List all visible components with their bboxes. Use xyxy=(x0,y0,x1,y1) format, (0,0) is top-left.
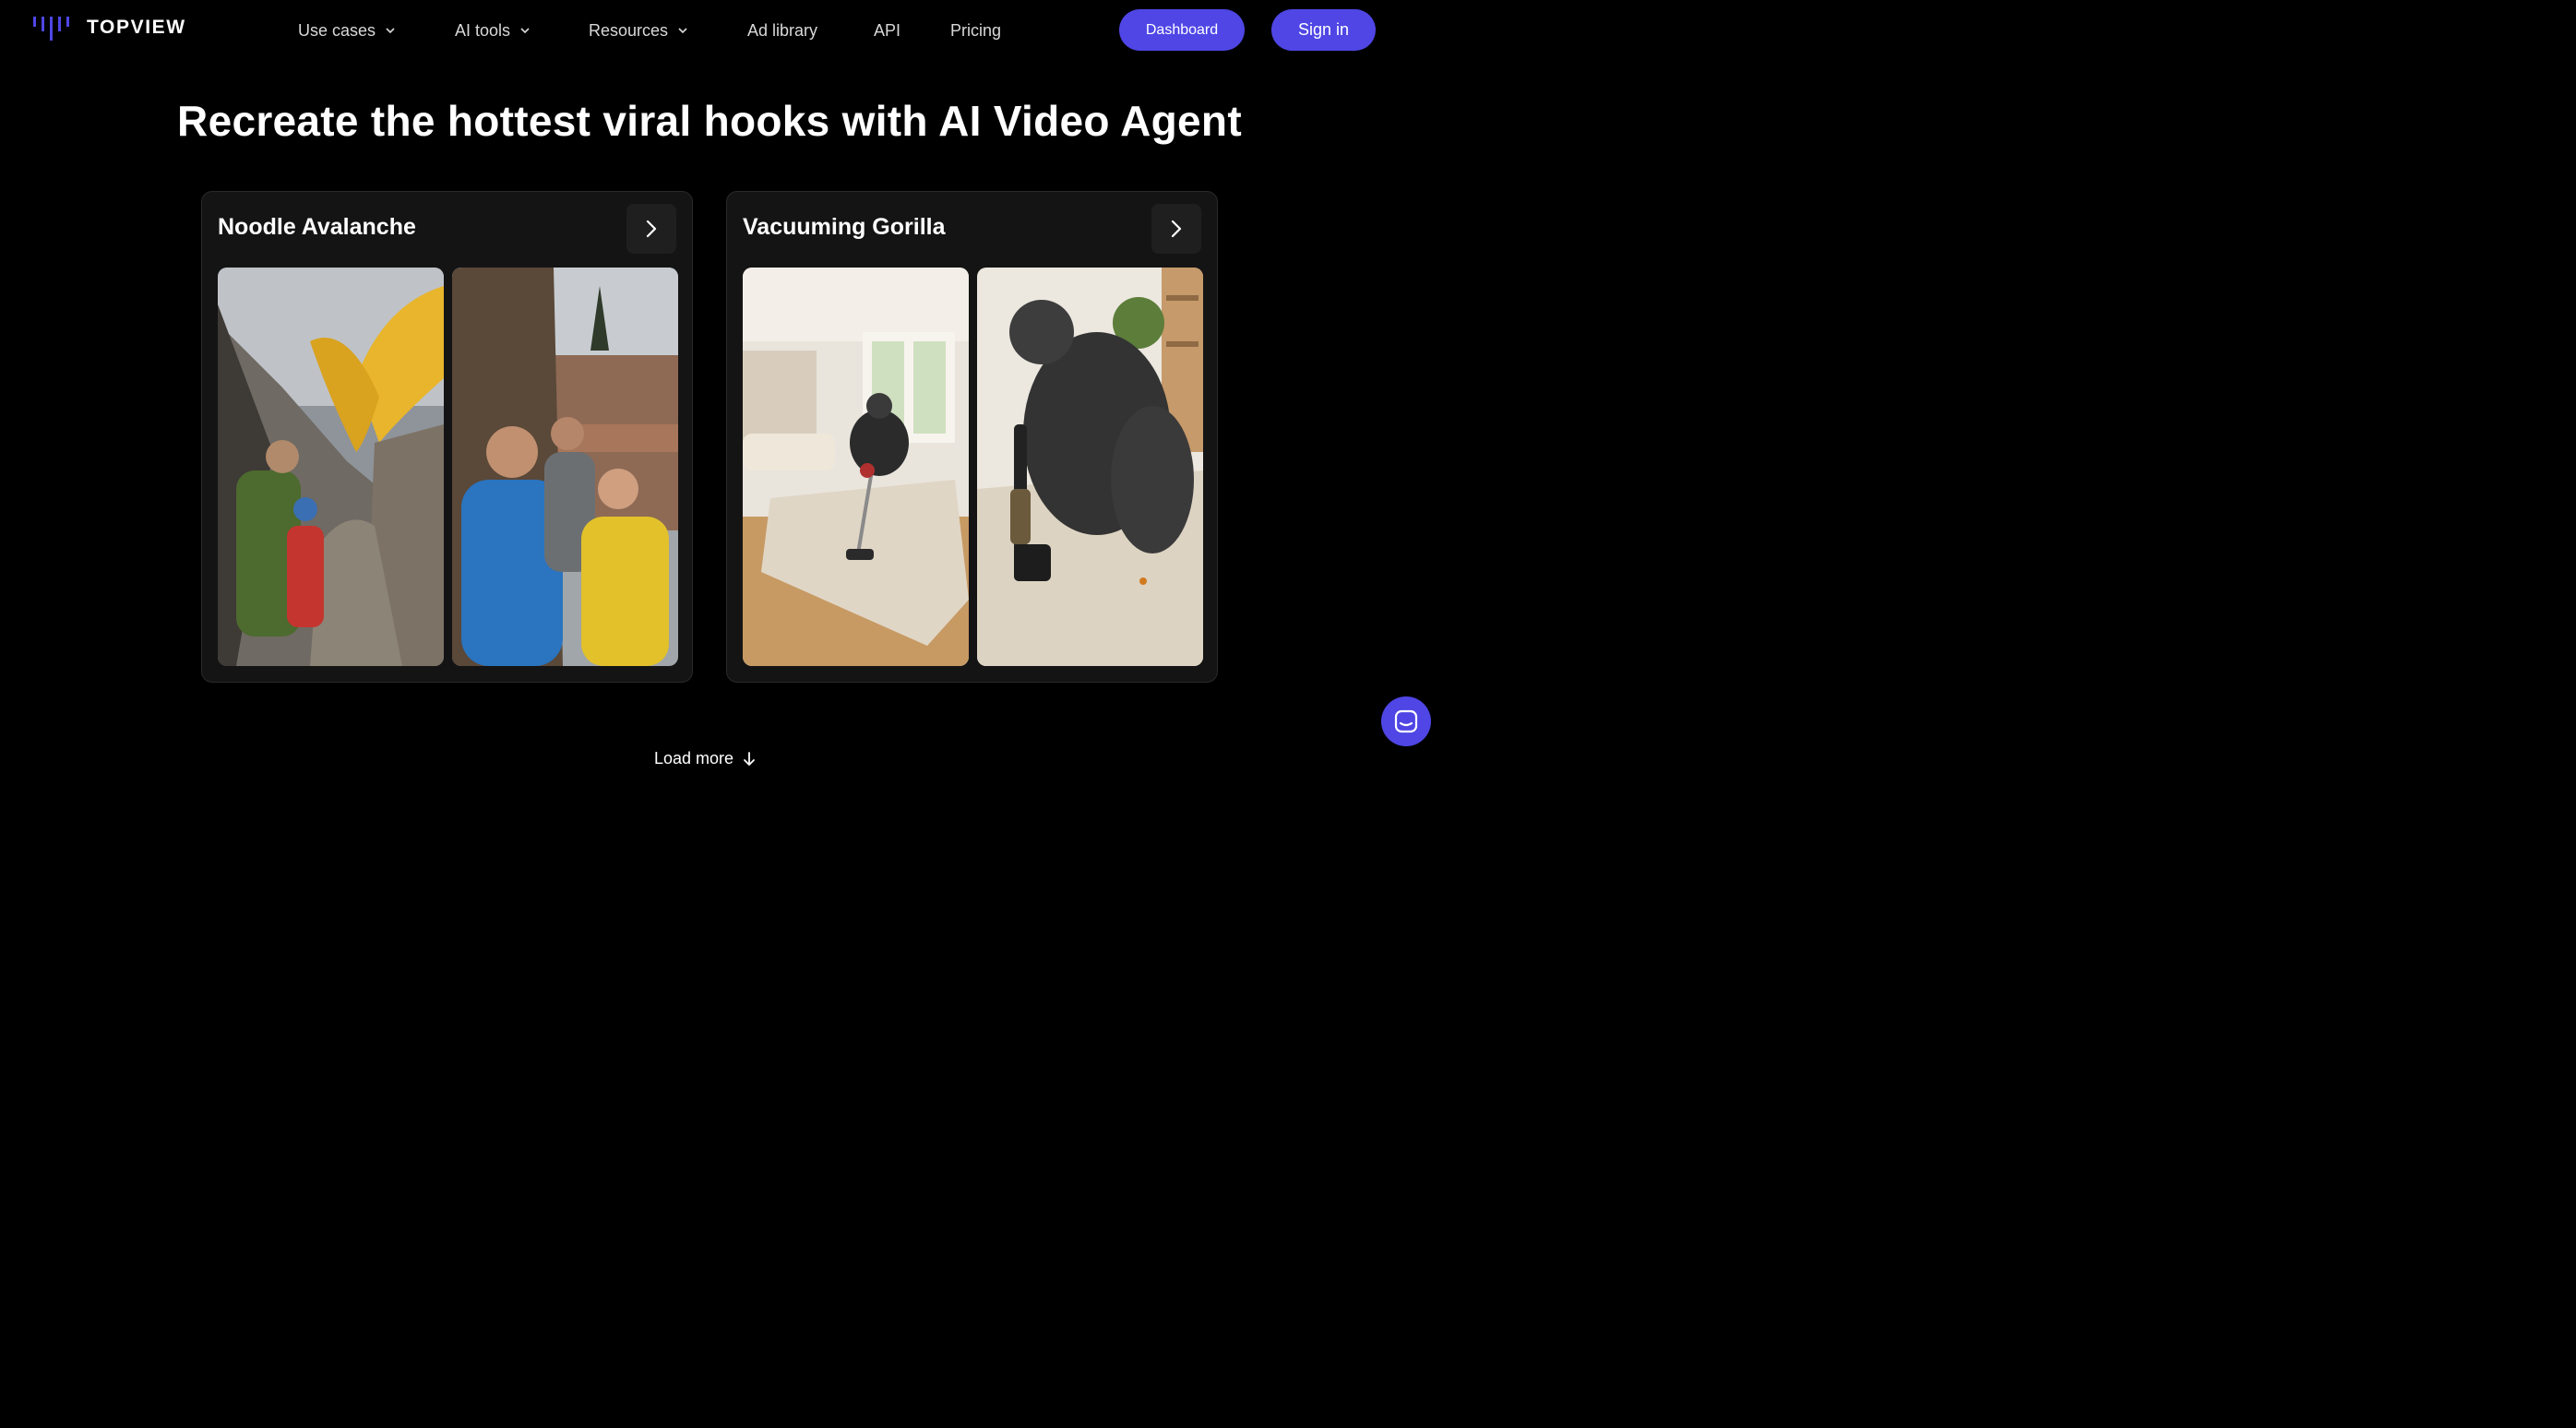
nav-use-cases-label: Use cases xyxy=(298,21,376,40)
gorilla-vacuum-closeup-thumbnail[interactable] xyxy=(977,268,1203,666)
card-open-button[interactable] xyxy=(1151,204,1201,254)
nav-ad-library-label: Ad library xyxy=(747,21,818,40)
nav-pricing-label: Pricing xyxy=(950,21,1002,40)
nav-pricing[interactable]: Pricing xyxy=(950,18,1001,42)
nav-ad-library[interactable]: Ad library xyxy=(747,18,817,42)
nav-ai-tools[interactable]: AI tools xyxy=(455,18,531,42)
arrow-down-icon xyxy=(744,751,755,766)
nav-use-cases[interactable]: Use cases xyxy=(298,18,396,42)
load-more-label: Load more xyxy=(654,749,734,768)
load-more-button[interactable]: Load more xyxy=(654,749,756,768)
sign-in-button[interactable]: Sign in xyxy=(1271,9,1376,51)
nav-ai-tools-label: AI tools xyxy=(455,21,511,40)
logo[interactable]: TOPVIEW xyxy=(33,15,186,41)
use-case-card-noodle-avalanche[interactable]: Noodle Avalanche xyxy=(201,191,693,683)
nav-resources-label: Resources xyxy=(589,21,669,40)
logo-text: TOPVIEW xyxy=(87,17,186,38)
nav-api-label: API xyxy=(874,21,901,40)
card-title: Noodle Avalanche xyxy=(218,214,416,240)
use-case-card-vacuuming-gorilla[interactable]: Vacuuming Gorilla xyxy=(726,191,1218,683)
nav-api[interactable]: API xyxy=(874,18,900,42)
dashboard-button[interactable]: Dashboard xyxy=(1119,9,1245,51)
chevron-right-icon xyxy=(646,220,657,238)
chat-launcher-button[interactable] xyxy=(1381,696,1431,746)
card-title: Vacuuming Gorilla xyxy=(743,214,946,240)
nav-resources[interactable]: Resources xyxy=(589,18,688,42)
chevron-down-icon xyxy=(519,27,531,34)
page: TOPVIEW Use cases AI tools Resources Ad … xyxy=(0,0,1447,802)
logo-icon xyxy=(33,17,69,41)
hikers-noodle-avalanche-thumbnail[interactable] xyxy=(218,268,444,666)
card-open-button[interactable] xyxy=(626,204,676,254)
page-title: Recreate the hottest viral hooks with AI… xyxy=(177,97,1242,145)
gorilla-living-room-thumbnail[interactable] xyxy=(743,268,969,666)
chevron-down-icon xyxy=(385,27,396,34)
chevron-right-icon xyxy=(1171,220,1182,238)
chevron-down-icon xyxy=(677,27,688,34)
chat-icon xyxy=(1394,709,1418,733)
hikers-cliff-edge-thumbnail[interactable] xyxy=(452,268,678,666)
